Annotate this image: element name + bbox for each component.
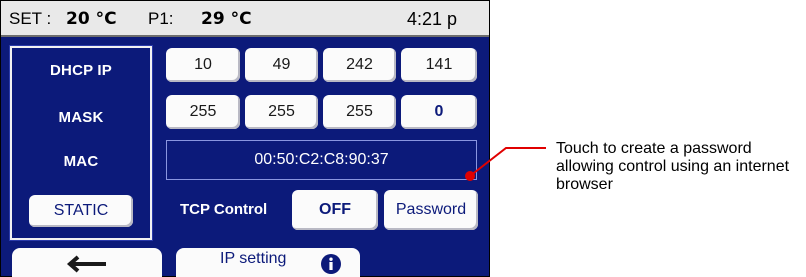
dhcp-ip-label: DHCP IP [50,62,112,79]
callout-text: Touch to create a password allowing cont… [556,140,790,193]
mask-octet-2[interactable]: 255 [245,95,318,129]
label-panel: DHCP IP MASK MAC STATIC [9,45,153,241]
ip-octet-1[interactable]: 10 [166,48,240,82]
mac-address-display: 00:50:C2:C8:90:37 [166,140,477,180]
clock: 4:21 p [407,9,458,29]
ip-octet-3[interactable]: 242 [323,48,396,82]
mask-octet-3[interactable]: 255 [323,95,396,129]
tcp-control-off-button[interactable]: OFF [292,190,378,230]
info-icon[interactable] [321,254,341,274]
tab-ip-setting-label: IP setting [220,250,287,267]
mask-octet-1[interactable]: 255 [166,95,240,129]
tcp-control-label: TCP Control [180,201,268,218]
password-button[interactable]: Password [384,190,478,230]
set-temperature: 20 °C [66,9,117,29]
ip-octet-2[interactable]: 49 [245,48,318,82]
back-button[interactable] [12,248,162,277]
mask-octet-4[interactable]: 0 [401,95,477,129]
mac-label: MAC [63,153,99,170]
callout-pointer [465,147,546,181]
ip-octet-4[interactable]: 141 [401,48,477,82]
tab-ip-setting[interactable]: IP setting [176,248,360,277]
back-arrow-icon [66,255,106,273]
set-label: SET : [9,9,52,28]
static-button[interactable]: STATIC [29,195,133,227]
mask-label: MASK [58,109,104,126]
status-bar: SET : 20 °C P1: 29 °C 4:21 p [1,1,489,37]
p1-label: P1: [148,9,174,28]
p1-temperature: 29 °C [201,9,252,29]
